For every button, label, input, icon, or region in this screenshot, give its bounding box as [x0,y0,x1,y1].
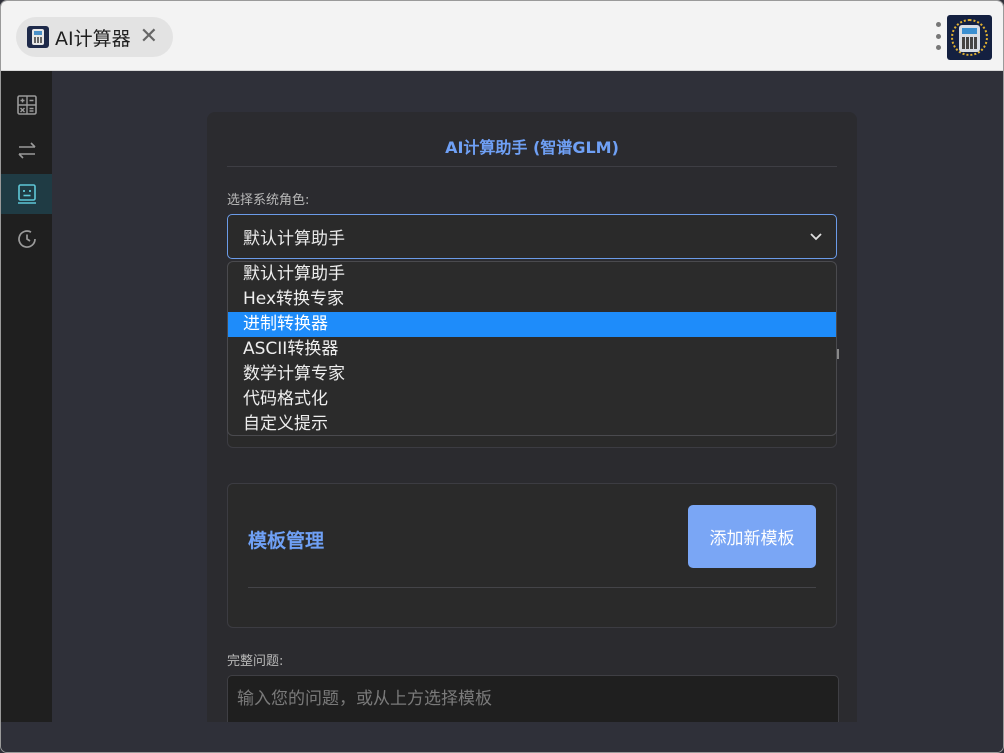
divider [248,587,816,588]
app-logo [947,15,992,60]
chevron-down-icon [810,233,822,241]
sidebar-item-ai-assistant[interactable] [1,174,52,214]
role-label: 选择系统角色: [227,193,310,208]
bottom-area [1,722,1003,752]
role-option-base-converter[interactable]: 进制转换器 [228,312,836,337]
role-dropdown-list[interactable]: 默认计算助手 Hex转换专家 进制转换器 ASCII转换器 数学计算专家 代码格… [227,261,837,436]
calculator-app-icon [27,26,49,48]
swap-arrows-icon [17,142,36,159]
role-option-default[interactable]: 默认计算助手 [228,262,836,287]
role-option-hex[interactable]: Hex转换专家 [228,287,836,312]
sidebar [1,71,52,722]
page-title: AI计算助手 (智谱GLM) [445,138,619,157]
add-template-button[interactable]: 添加新模板 [688,505,816,568]
sidebar-item-converter[interactable] [1,130,52,170]
question-label: 完整问题: [227,654,284,669]
title-bar: AI计算器 ✕ [1,1,1003,71]
role-option-code-format[interactable]: 代码格式化 [228,387,836,412]
role-option-math[interactable]: 数学计算专家 [228,362,836,387]
template-title: 模板管理 [248,530,325,552]
template-management: 模板管理 添加新模板 [227,483,837,628]
app-window: AI计算器 ✕ AI计算助手 (智谱GLM) 选择系统角色: 默认计算助手 默认… [0,0,1004,753]
sidebar-item-history[interactable] [1,219,52,259]
role-select-value: 默认计算助手 [243,229,345,249]
role-option-custom[interactable]: 自定义提示 [228,412,836,435]
robot-icon [17,184,36,204]
close-icon[interactable]: ✕ [140,26,158,48]
app-tab[interactable]: AI计算器 ✕ [16,17,173,57]
role-select[interactable]: 默认计算助手 [227,214,837,259]
calculator-icon [16,95,37,115]
divider [227,166,837,167]
sidebar-item-calculator[interactable] [1,85,52,125]
more-options-icon[interactable] [934,22,942,50]
tab-title: AI计算器 [55,27,131,50]
role-option-ascii[interactable]: ASCII转换器 [228,337,836,362]
ai-assistant-panel: AI计算助手 (智谱GLM) 选择系统角色: 默认计算助手 默认计算助手 Hex… [207,112,857,735]
history-icon [17,230,36,248]
